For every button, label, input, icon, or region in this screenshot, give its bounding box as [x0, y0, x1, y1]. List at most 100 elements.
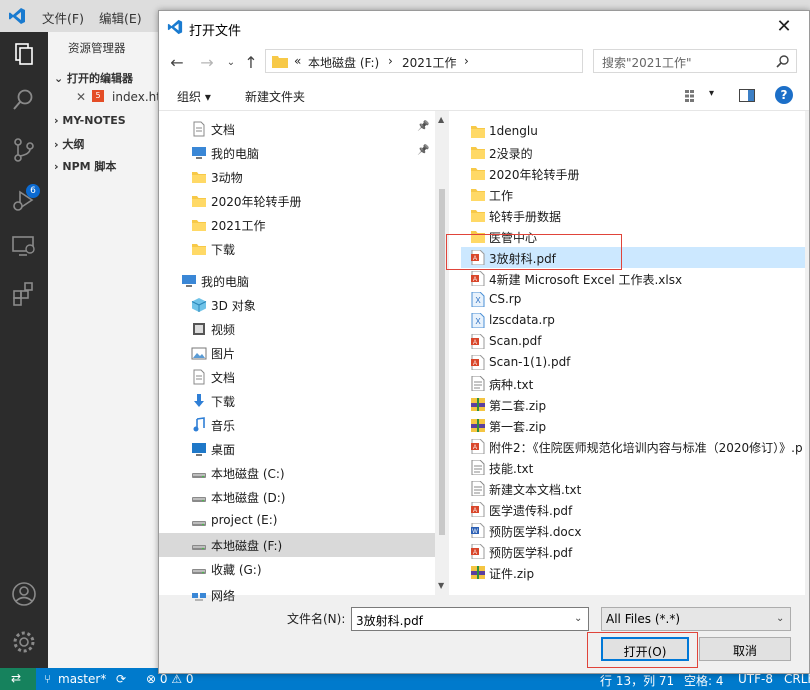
- status-spaces[interactable]: 空格: 4: [684, 672, 724, 689]
- run-debug-icon[interactable]: [10, 186, 38, 214]
- nav-scrollbar[interactable]: ▲ ▼: [435, 111, 449, 595]
- nav-item[interactable]: 下载: [159, 237, 435, 261]
- view-options-chevron-icon[interactable]: ▾: [709, 88, 714, 99]
- nav-item[interactable]: 3D 对象: [159, 293, 435, 317]
- file-type-filter[interactable]: All Files (*.*) ⌄: [601, 607, 791, 631]
- up-arrow-icon[interactable]: ↑: [241, 53, 261, 73]
- view-options-icon[interactable]: [685, 90, 699, 102]
- organize-menu[interactable]: 组织 ▾: [177, 88, 211, 105]
- nav-item[interactable]: 网络: [159, 583, 435, 607]
- file-row[interactable]: 证件.zip: [461, 562, 805, 583]
- breadcrumb-sep[interactable]: ›: [388, 54, 393, 68]
- nav-item[interactable]: 我的电脑: [159, 269, 435, 293]
- open-editors-header[interactable]: ⌄ 打开的编辑器: [54, 70, 133, 86]
- status-position[interactable]: 行 13，列 71: [600, 672, 674, 689]
- help-icon[interactable]: ?: [775, 86, 793, 104]
- new-folder-button[interactable]: 新建文件夹: [245, 88, 305, 105]
- status-encoding[interactable]: UTF-8: [738, 672, 773, 686]
- file-row[interactable]: Xlzscdata.rp: [461, 310, 805, 331]
- section-outline[interactable]: › 大纲: [54, 136, 84, 152]
- back-arrow-icon[interactable]: ←: [167, 53, 187, 73]
- remote-indicator[interactable]: ⇄: [0, 668, 36, 690]
- nav-item[interactable]: 桌面: [159, 437, 435, 461]
- status-eol[interactable]: CRLF: [784, 672, 810, 686]
- nav-item[interactable]: 本地磁盘 (F:): [159, 533, 435, 557]
- file-row[interactable]: A Scan-1(1).pdf: [461, 352, 805, 373]
- nav-item[interactable]: 图片: [159, 341, 435, 365]
- folder-row[interactable]: 2没录的: [461, 142, 805, 163]
- pdf-file-icon: A: [471, 543, 485, 560]
- breadcrumb-folder[interactable]: 2021工作: [402, 54, 457, 71]
- pin-icon[interactable]: 📌: [417, 145, 429, 156]
- forward-arrow-icon[interactable]: →: [197, 53, 217, 73]
- filter-chevron-icon[interactable]: ⌄: [776, 613, 784, 624]
- nav-item[interactable]: 我的电脑 📌: [159, 141, 435, 165]
- folder-row[interactable]: 工作: [461, 184, 805, 205]
- folder-row[interactable]: 2020年轮转手册: [461, 163, 805, 184]
- txt-file-icon: [471, 375, 485, 392]
- nav-item[interactable]: 文档 📌: [159, 117, 435, 141]
- scroll-down-icon[interactable]: ▼: [438, 581, 444, 590]
- nav-item[interactable]: 本地磁盘 (C:): [159, 461, 435, 485]
- file-row[interactable]: 第二套.zip: [461, 394, 805, 415]
- nav-item[interactable]: 2020年轮转手册: [159, 189, 435, 213]
- folder-row[interactable]: 1denglu: [461, 121, 805, 142]
- extensions-icon[interactable]: [10, 280, 38, 308]
- file-row[interactable]: A 4新建 Microsoft Excel 工作表.xlsx: [461, 268, 805, 289]
- file-row[interactable]: 技能.txt: [461, 457, 805, 478]
- status-problems[interactable]: ⊗ 0 ⚠ 0: [146, 672, 194, 686]
- open-editor-file[interactable]: index.ht: [112, 90, 161, 104]
- file-row[interactable]: A 预防医学科.pdf: [461, 541, 805, 562]
- search-input[interactable]: 搜索"2021工作": [593, 49, 797, 73]
- address-bar[interactable]: « 本地磁盘 (F:) › 2021工作 › ⌄: [265, 49, 686, 73]
- nav-item[interactable]: 2021工作: [159, 213, 435, 237]
- file-row[interactable]: A Scan.pdf: [461, 331, 805, 352]
- nav-item[interactable]: 文档: [159, 365, 435, 389]
- nav-scroll-thumb[interactable]: [439, 189, 445, 535]
- close-icon[interactable]: ✕: [769, 15, 799, 39]
- nav-item[interactable]: project (E:): [159, 509, 435, 533]
- cancel-button[interactable]: 取消: [699, 637, 791, 661]
- file-row[interactable]: A 附件2：《住院医师规范化培训内容与标准（2020修订）》.p: [461, 436, 805, 457]
- file-row[interactable]: W 预防医学科.docx: [461, 520, 805, 541]
- nav-item[interactable]: 下载: [159, 389, 435, 413]
- breadcrumb-drive[interactable]: 本地磁盘 (F:): [308, 54, 379, 71]
- account-icon[interactable]: [10, 580, 38, 608]
- nav-item-label: 2020年轮转手册: [211, 195, 302, 209]
- nav-item[interactable]: 音乐: [159, 413, 435, 437]
- file-row[interactable]: 第一套.zip: [461, 415, 805, 436]
- recent-locations-chevron-icon[interactable]: ⌄: [221, 53, 241, 73]
- settings-gear-icon[interactable]: [10, 628, 38, 656]
- section-my-notes[interactable]: › MY-NOTES: [54, 114, 126, 127]
- close-editor-icon[interactable]: ✕: [76, 90, 86, 104]
- sync-icon[interactable]: ⟳: [116, 672, 126, 686]
- filename-input[interactable]: 3放射科.pdf ⌄: [351, 607, 589, 631]
- breadcrumb-overflow[interactable]: «: [294, 54, 301, 68]
- source-control-icon[interactable]: [10, 136, 38, 164]
- folder-row[interactable]: 轮转手册数据: [461, 205, 805, 226]
- search-icon[interactable]: [776, 54, 790, 68]
- file-row[interactable]: 新建文本文档.txt: [461, 478, 805, 499]
- filter-value: All Files (*.*): [606, 612, 681, 626]
- menu-file[interactable]: 文件(F): [42, 8, 84, 27]
- file-row[interactable]: A 医学遗传科.pdf: [461, 499, 805, 520]
- nav-item[interactable]: 3动物: [159, 165, 435, 189]
- nav-item[interactable]: 本地磁盘 (D:): [159, 485, 435, 509]
- nav-item[interactable]: 视频: [159, 317, 435, 341]
- nav-item[interactable]: 收藏 (G:): [159, 557, 435, 581]
- menu-edit[interactable]: 编辑(E): [99, 8, 142, 27]
- remote-explorer-icon[interactable]: [10, 232, 38, 260]
- html5-icon: 5: [92, 90, 104, 102]
- scroll-up-icon[interactable]: ▲: [438, 115, 444, 124]
- folder-file-icon: [471, 187, 485, 202]
- pin-icon[interactable]: 📌: [417, 121, 429, 132]
- search-icon[interactable]: [10, 86, 38, 114]
- preview-pane-icon[interactable]: [739, 89, 755, 102]
- file-row[interactable]: X CS.rp: [461, 289, 805, 310]
- file-row[interactable]: 病种.txt: [461, 373, 805, 394]
- filename-history-chevron-icon[interactable]: ⌄: [574, 613, 582, 624]
- status-branch[interactable]: master*: [58, 672, 106, 686]
- section-npm-scripts[interactable]: › NPM 脚本: [54, 158, 116, 174]
- explorer-icon[interactable]: [10, 40, 38, 68]
- breadcrumb-sep[interactable]: ›: [464, 54, 469, 68]
